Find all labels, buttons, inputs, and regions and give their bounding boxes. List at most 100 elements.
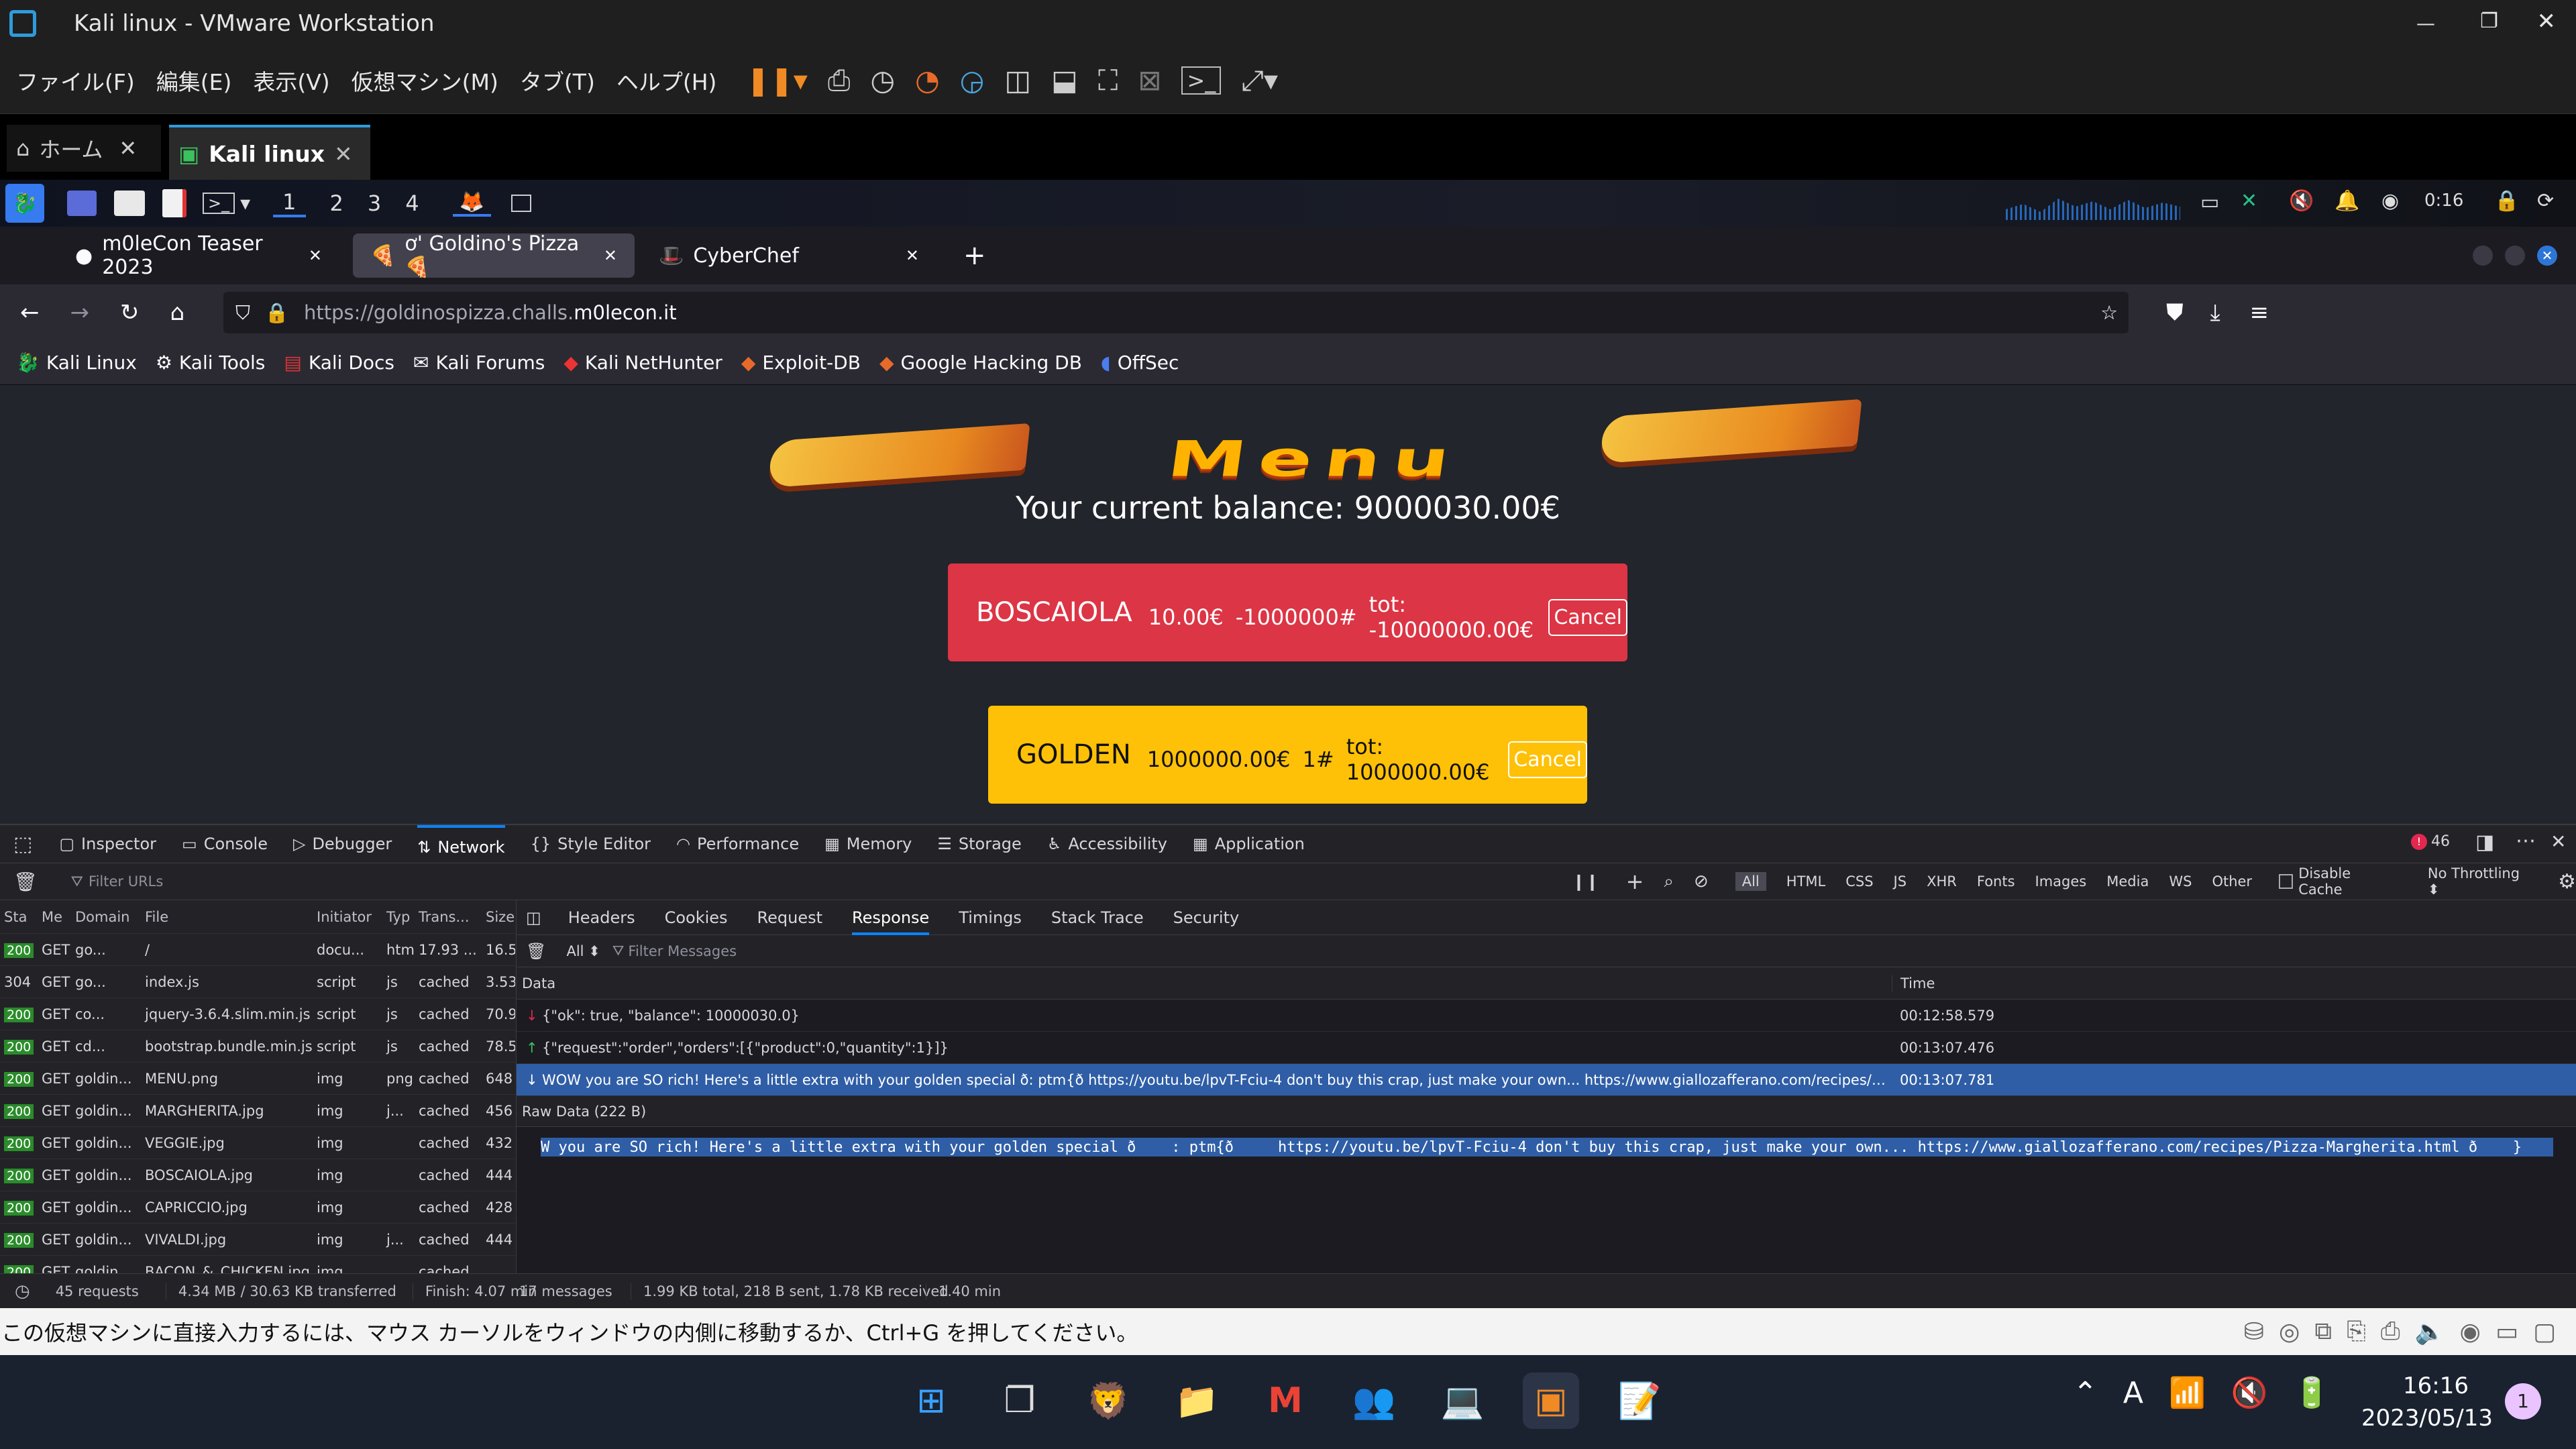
home-icon[interactable]: ⌂ [170,299,185,326]
col-status[interactable]: Sta [0,909,38,925]
devtools-tab-debugger[interactable]: ▷ Debugger [293,835,392,853]
show-desktop-icon[interactable] [67,191,97,216]
table-row[interactable]: 200 GET co... jquery-3.6.4.slim.min.js scrip… [0,998,516,1030]
close-tab-icon[interactable]: ✕ [309,246,322,265]
menu-edit[interactable]: 編集(E) [156,64,232,97]
power-manager-icon[interactable]: ◉ [2381,189,2399,213]
filter-messages-input[interactable]: Filter Messages [628,943,737,959]
table-row[interactable]: 200 GET goldin... VEGGIE.jpg img cached 432 [0,1127,516,1159]
reload-icon[interactable]: ↻ [120,299,140,326]
filter-images[interactable]: Images [2035,873,2087,890]
firefox-task-icon[interactable]: 🦊 [452,191,491,217]
notes-icon[interactable]: ▢ [2533,1318,2556,1346]
col-size[interactable]: Size [482,909,515,925]
bookmark-google-hacking-db[interactable]: ◆ Google Hacking DB [879,352,1082,374]
teams-icon[interactable]: 👥 [1346,1373,1402,1429]
snapshot-icon[interactable]: ◷ [870,64,895,97]
cancel-order-button[interactable]: Cancel [1508,741,1587,778]
network-tool-icon[interactable]: 💻 [1434,1373,1491,1429]
col-data[interactable]: Data [517,975,1892,991]
close-tab-icon[interactable]: ✕ [604,246,617,265]
bookmark-star-icon[interactable]: ☆ [2100,301,2118,324]
dock-side-icon[interactable]: ◨ [2475,830,2494,854]
menu-tab[interactable]: タブ(T) [520,64,595,97]
console-view-icon[interactable]: >_ [1181,66,1222,95]
devtools-close-icon[interactable]: ✕ [2551,830,2566,853]
restore-icon[interactable]: ❐ [2480,9,2498,33]
resp-tab-cookies[interactable]: Cookies [665,908,728,927]
unity-icon[interactable]: ⊠ [1138,64,1161,97]
throttling-select[interactable]: No Throttling ⬍ [2428,865,2531,898]
battery-icon[interactable]: 🔋 [2294,1375,2330,1410]
devtools-tab-memory[interactable]: ▦ Memory [824,835,912,853]
url-bar[interactable]: ⛉ 🔒 https://goldinospizza.challs.m0lecon… [223,292,2129,333]
start-menu-icon[interactable]: ⊞ [903,1373,959,1429]
table-row[interactable]: 200 GET goldin... CAPRICCIO.jpg img cached 428 [0,1191,516,1224]
close-tab-icon[interactable]: ✕ [119,136,137,161]
col-time[interactable]: Time [1892,975,1935,991]
toggle-sidebar-icon[interactable]: ◫ [526,908,541,927]
pause-icon[interactable]: ❚❚▾ [746,64,807,97]
devtools-tab-style-editor[interactable]: {} Style Editor [531,835,651,853]
table-row[interactable]: 200 GET goldin... VIVALDI.jpg img j... cached 4… [0,1224,516,1256]
wifi-icon[interactable]: 📶 [2169,1375,2206,1410]
clear-messages-icon[interactable]: 🗑 [526,942,546,961]
back-icon[interactable]: ← [20,299,40,326]
text-editor-icon[interactable] [162,189,186,217]
volume-muted-icon[interactable]: 🔇 [2231,1375,2268,1410]
lock-icon[interactable]: 🔒 [2494,189,2519,213]
col-method[interactable]: Me [38,909,71,925]
taskbar-clock[interactable]: 16:16 2023/05/13 [2361,1370,2493,1434]
browser-tab-goldinos[interactable]: 🍕 ơ' Goldino's Pizza 🍕 ✕ [353,232,635,279]
window-minimize-dot[interactable] [2473,246,2493,266]
send-ctrl-alt-del-icon[interactable]: ⎙ [828,64,851,97]
devtools-menu-icon[interactable]: ⋯ [2516,829,2536,853]
bookmark-kali-docs[interactable]: ▤ Kali Docs [284,352,394,374]
menu-view[interactable]: 表示(V) [253,64,329,97]
filter-ws[interactable]: WS [2169,873,2192,890]
workspace-1[interactable]: 1 [273,189,306,217]
message-row[interactable]: ↑ {"request":"order","orders":[{"product… [517,1032,2576,1064]
message-row[interactable]: ↓ {"ok": true, "balance": 10000030.0} 00… [517,1000,2576,1032]
sidebar-toggle-icon[interactable]: ◫ [1004,64,1031,97]
table-row[interactable]: 200 GET goldin... MENU.png img png cached 648 [0,1063,516,1095]
browser-tab-teaser[interactable]: ● m0leCon Teaser 2023 ✕ [58,227,339,284]
workspace-4[interactable]: 4 [405,191,419,216]
filter-media[interactable]: Media [2106,873,2149,890]
search-icon[interactable]: ⌕ [1664,871,1674,892]
network-icon[interactable]: ✕ [2241,189,2257,213]
window-close-dot[interactable]: ✕ [2537,246,2557,266]
padlock-icon[interactable]: 🔒 [265,301,289,325]
element-picker-icon[interactable]: ⬚ [13,833,32,856]
raw-data-header[interactable]: Raw Data (222 B) [517,1096,2576,1127]
workspace-2[interactable]: 2 [330,191,343,216]
workspace-3[interactable]: 3 [368,191,381,216]
downloads-icon[interactable]: ⤓ [2210,299,2220,326]
table-row[interactable]: 304 GET go... index.js script js cached 3.53 [0,966,516,998]
tray-overflow-icon[interactable]: ⌃ [2073,1376,2098,1410]
filter-css[interactable]: CSS [1845,873,1873,890]
brave-browser-icon[interactable]: 🦁 [1080,1373,1136,1429]
raw-data-text[interactable]: W you are SO rich! Here's a little extra… [541,1138,2553,1157]
block-requests-icon[interactable]: ⊘ [1694,871,1709,892]
fullscreen-icon[interactable]: ⛶ [1098,64,1118,97]
devtools-tab-application[interactable]: ▦ Application [1193,835,1305,853]
col-transferred[interactable]: Trans... [415,909,482,925]
bookmark-kali-tools[interactable]: ⚙ Kali Tools [156,352,266,374]
file-manager-icon[interactable] [114,191,145,216]
browser-tab-cyberchef[interactable]: 🎩 CyberChef ✕ [641,227,936,284]
forward-icon[interactable]: → [70,299,90,326]
file-explorer-icon[interactable]: 📁 [1169,1373,1225,1429]
filter-fonts[interactable]: Fonts [1977,873,2015,890]
bookmark-exploit-db[interactable]: ◆ Exploit-DB [741,352,861,374]
sound-icon[interactable]: 🔈 [2415,1318,2445,1346]
table-row[interactable]: 200 GET goldin... MARGHERITA.jpg img j... cach… [0,1095,516,1127]
filter-js[interactable]: JS [1894,873,1907,890]
col-file[interactable]: File [141,909,313,925]
task-view-icon[interactable]: ❐ [991,1373,1048,1429]
terminal-icon[interactable]: >_ [203,193,235,214]
kali-menu-icon[interactable]: 🐉 [5,184,44,223]
printer-icon[interactable]: ⎙ [2381,1318,2400,1346]
error-badge[interactable]: ! 46 [2411,833,2450,850]
bookmark-kali-nethunter[interactable]: ◆ Kali NetHunter [564,352,722,374]
